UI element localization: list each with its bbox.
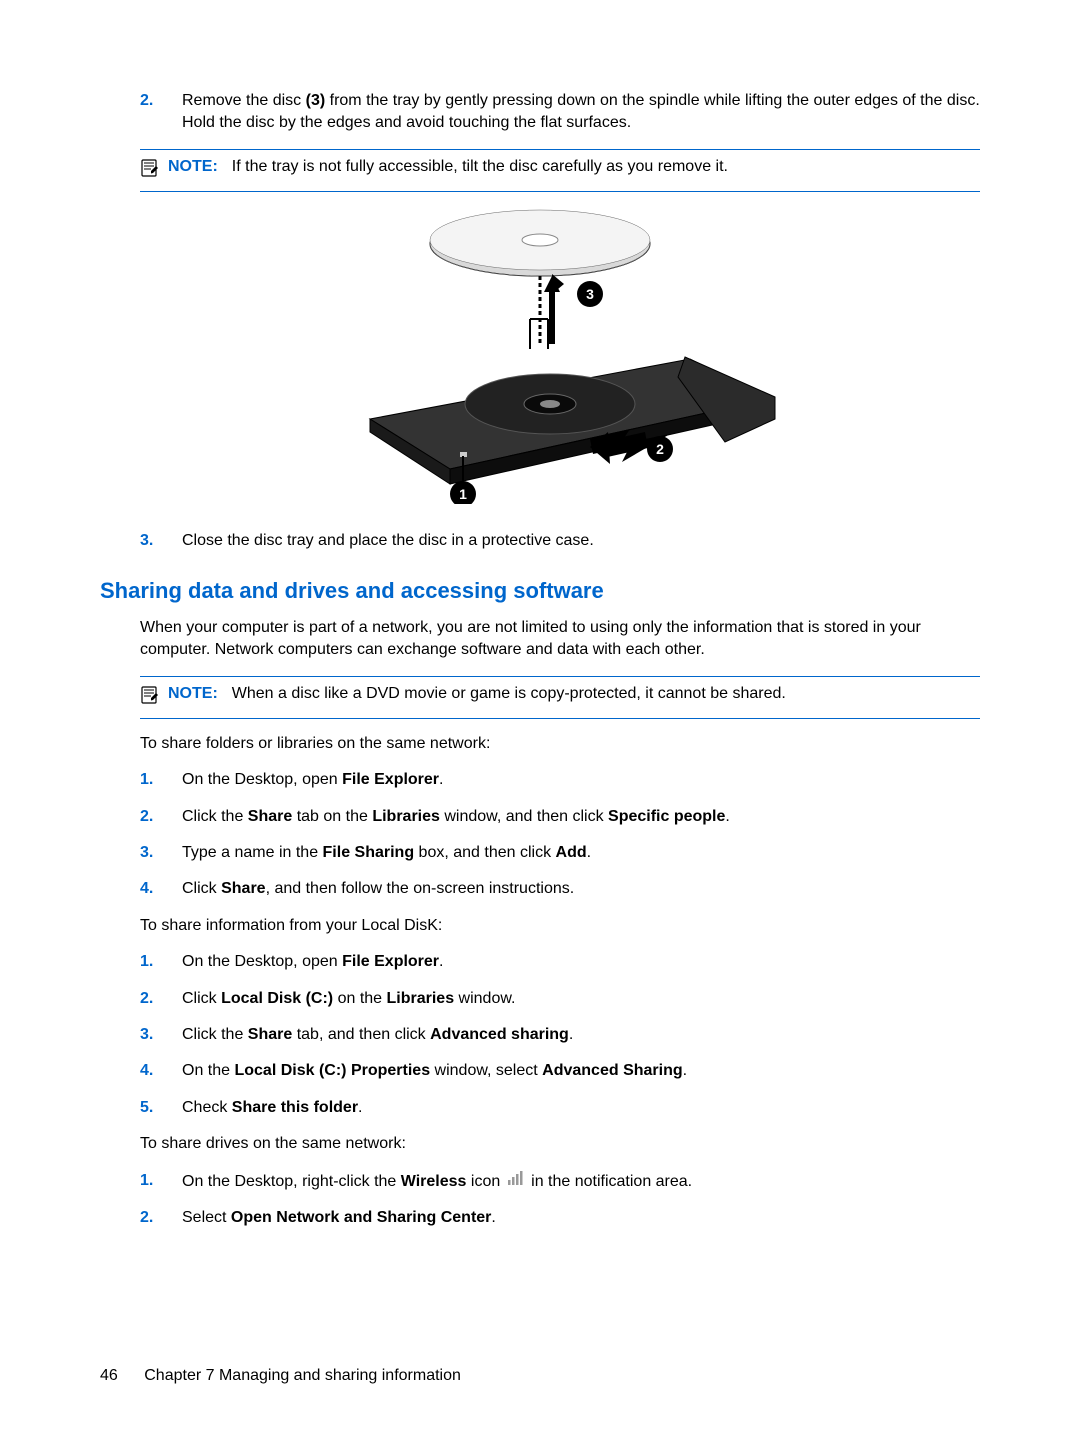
note-box-1: NOTE: If the tray is not fully accessibl… (140, 149, 980, 192)
note-text-1: If the tray is not fully accessible, til… (232, 156, 980, 178)
list-body: Close the disc tray and place the disc i… (182, 530, 980, 552)
footer-page-number: 46 (100, 1367, 118, 1384)
svg-text:3: 3 (586, 286, 594, 302)
list-item: 2.Remove the disc (3) from the tray by g… (140, 90, 980, 135)
list-number: 2. (140, 988, 182, 1010)
list-body: Type a name in the File Sharing box, and… (182, 842, 980, 864)
list-number: 1. (140, 1170, 182, 1193)
list-number: 2. (140, 90, 182, 135)
share-local-steps: 1.On the Desktop, open File Explorer.2.C… (140, 951, 980, 1119)
list-body: On the Desktop, open File Explorer. (182, 769, 980, 791)
list-item: 3.Type a name in the File Sharing box, a… (140, 842, 980, 864)
step-list-after-fig: 3.Close the disc tray and place the disc… (140, 530, 980, 552)
list-body: On the Desktop, open File Explorer. (182, 951, 980, 973)
list-item: 1.On the Desktop, right-click the Wirele… (140, 1170, 980, 1193)
note-icon (140, 685, 164, 712)
list-number: 3. (140, 1024, 182, 1046)
list-item: 1.On the Desktop, open File Explorer. (140, 769, 980, 791)
list-item: 3.Click the Share tab, and then click Ad… (140, 1024, 980, 1046)
list-number: 4. (140, 1060, 182, 1082)
list-body: On the Desktop, right-click the Wireless… (182, 1170, 980, 1193)
note-text-2: When a disc like a DVD movie or game is … (232, 683, 980, 705)
list-item: 5.Check Share this folder. (140, 1097, 980, 1119)
list-body: Click the Share tab, and then click Adva… (182, 1024, 980, 1046)
page-footer: 46 Chapter 7 Managing and sharing inform… (100, 1365, 461, 1387)
list-body: Check Share this folder. (182, 1097, 980, 1119)
list-body: Remove the disc (3) from the tray by gen… (182, 90, 980, 135)
svg-text:2: 2 (656, 441, 664, 457)
intro-paragraph: When your computer is part of a network,… (140, 617, 980, 662)
list-number: 4. (140, 878, 182, 900)
list-item: 4.On the Local Disk (C:) Properties wind… (140, 1060, 980, 1082)
svg-text:1: 1 (459, 486, 467, 502)
list-body: Click the Share tab on the Libraries win… (182, 806, 980, 828)
step-list-top: 2.Remove the disc (3) from the tray by g… (140, 90, 980, 135)
note-label-2: NOTE: (168, 683, 218, 705)
list-number: 2. (140, 1207, 182, 1229)
list-item: 4.Click Share, and then follow the on-sc… (140, 878, 980, 900)
list-number: 2. (140, 806, 182, 828)
note-box-2: NOTE: When a disc like a DVD movie or ga… (140, 676, 980, 719)
list-body: Select Open Network and Sharing Center. (182, 1207, 980, 1229)
list-number: 1. (140, 951, 182, 973)
list-body: Click Local Disk (C:) on the Libraries w… (182, 988, 980, 1010)
wireless-icon (507, 1170, 525, 1193)
share-folders-intro: To share folders or libraries on the sam… (140, 733, 980, 755)
share-drives-intro: To share drives on the same network: (140, 1133, 980, 1155)
list-item: 1.On the Desktop, open File Explorer. (140, 951, 980, 973)
share-drives-steps: 1.On the Desktop, right-click the Wirele… (140, 1170, 980, 1230)
list-item: 2.Click Local Disk (C:) on the Libraries… (140, 988, 980, 1010)
footer-chapter: Chapter 7 Managing and sharing informati… (144, 1367, 461, 1384)
disc-tray-figure: 3 (140, 204, 980, 511)
share-folders-steps: 1.On the Desktop, open File Explorer.2.C… (140, 769, 980, 901)
list-item: 2.Click the Share tab on the Libraries w… (140, 806, 980, 828)
section-heading: Sharing data and drives and accessing so… (100, 576, 980, 607)
list-item: 3.Close the disc tray and place the disc… (140, 530, 980, 552)
note-icon (140, 158, 164, 185)
note-label-1: NOTE: (168, 156, 218, 178)
list-number: 3. (140, 530, 182, 552)
share-local-intro: To share information from your Local Dis… (140, 915, 980, 937)
list-item: 2.Select Open Network and Sharing Center… (140, 1207, 980, 1229)
list-number: 1. (140, 769, 182, 791)
list-body: On the Local Disk (C:) Properties window… (182, 1060, 980, 1082)
list-body: Click Share, and then follow the on-scre… (182, 878, 980, 900)
list-number: 3. (140, 842, 182, 864)
list-number: 5. (140, 1097, 182, 1119)
